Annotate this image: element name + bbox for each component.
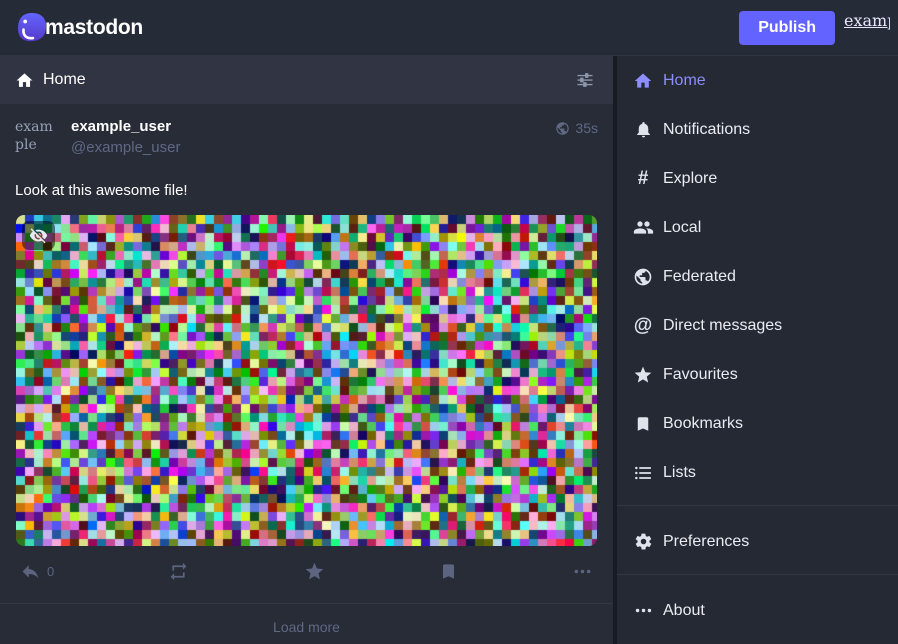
favourite-button[interactable] [304,561,325,582]
sidebar-item-label: Favourites [663,366,738,384]
sidebar-item-label: About [663,602,705,620]
sidebar-item-lists[interactable]: Lists [617,448,898,497]
sidebar-item-preferences[interactable]: Preferences [617,517,898,566]
account-link[interactable]: examp [844,11,890,30]
sidebar-item-explore[interactable]: # Explore [617,154,898,203]
sidebar-item-home[interactable]: Home [617,56,898,105]
bookmark-icon [439,562,458,581]
users-icon [632,217,654,238]
globe-icon [555,121,570,136]
top-bar: mastodon Publish examp [0,0,898,56]
column-title: Home [43,71,86,89]
globe-icon [632,267,654,287]
sidebar-item-notifications[interactable]: Notifications [617,105,898,154]
ellipsis-icon [632,601,654,620]
home-icon [15,71,34,90]
navigation-panel: Home Notifications # Explore Local [617,56,898,644]
status-header: example example_user @example_user 3 [15,118,598,164]
sidebar-item-label: Notifications [663,121,750,139]
sidebar-item-bookmarks[interactable]: Bookmarks [617,399,898,448]
reply-icon [20,561,41,582]
sidebar-item-direct-messages[interactable]: @ Direct messages [617,301,898,350]
column-settings-button[interactable] [572,67,598,93]
sidebar-item-label: Bookmarks [663,415,743,433]
column-header[interactable]: Home [0,56,613,104]
bell-icon [632,120,654,139]
list-icon [632,463,654,483]
star-icon [632,365,654,385]
publish-button[interactable]: Publish [739,11,835,45]
media-attachment [16,215,597,546]
post-media-image[interactable] [16,215,597,546]
display-name[interactable]: example_user [71,118,180,135]
gear-icon [632,532,654,551]
star-icon [304,561,325,582]
status-text: Look at this awesome file! [15,181,598,201]
more-options-button[interactable] [572,561,593,582]
timeline: example example_user @example_user 3 [0,104,613,644]
sidebar-item-label: Local [663,219,701,237]
nav-divider [617,574,898,575]
boost-button[interactable] [168,561,189,582]
reply-button[interactable]: 0 [20,561,54,582]
load-more-button[interactable]: Load more [0,603,613,644]
hashtag-icon: # [632,168,654,190]
sidebar-item-about[interactable]: About [617,586,898,635]
sidebar-item-label: Direct messages [663,317,782,335]
sidebar-item-label: Home [663,72,706,90]
timestamp-text: 35s [575,120,598,136]
avatar[interactable]: example [15,118,61,164]
status-post: example example_user @example_user 3 [0,104,613,603]
status-timestamp[interactable]: 35s [555,118,598,136]
sidebar-item-label: Lists [663,464,696,482]
home-icon [632,71,654,91]
status-names: example_user @example_user [71,118,180,156]
nav-divider [617,505,898,506]
mastodon-app: mastodon Publish examp Home [0,0,898,644]
at-icon: @ [632,315,654,337]
account-handle: @example_user [71,139,180,156]
eye-slash-icon [29,226,48,245]
status-action-bar: 0 [0,546,613,603]
mastodon-wordmark: mastodon [45,16,143,40]
mastodon-logo[interactable]: mastodon [14,9,143,47]
sidebar-item-federated[interactable]: Federated [617,252,898,301]
bookmark-button[interactable] [439,562,458,581]
home-timeline-column: Home example e [0,56,613,644]
sidebar-item-label: Federated [663,268,736,286]
sidebar-item-local[interactable]: Local [617,203,898,252]
sidebar-item-label: Preferences [663,533,749,551]
boost-icon [168,561,189,582]
reply-count: 0 [47,564,54,579]
sidebar-item-label: Explore [663,170,717,188]
ellipsis-icon [572,561,593,582]
sidebar-item-favourites[interactable]: Favourites [617,350,898,399]
sliders-icon [576,71,594,89]
hide-media-button[interactable] [22,221,55,250]
content-row: Home example e [0,56,898,644]
bookmark-icon [632,415,654,433]
